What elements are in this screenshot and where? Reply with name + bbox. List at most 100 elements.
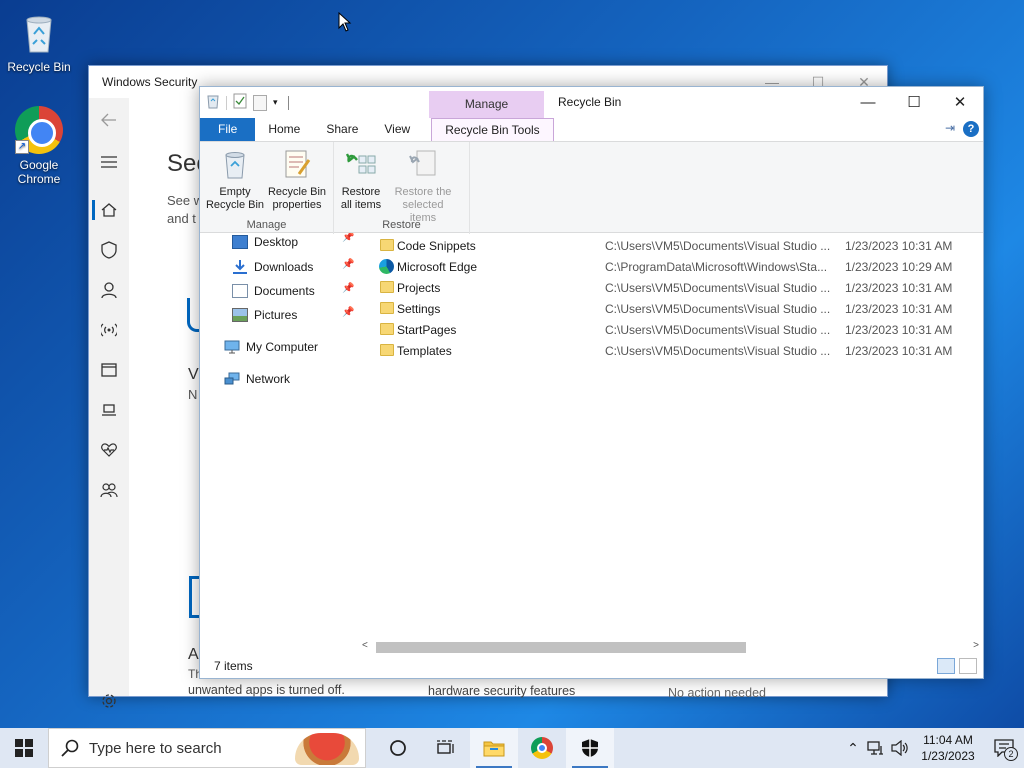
folder-icon bbox=[380, 281, 394, 293]
volume-icon[interactable] bbox=[888, 740, 912, 756]
tile-status: N bbox=[188, 387, 198, 402]
windows-security-taskbar-button[interactable] bbox=[566, 728, 614, 768]
nav-item-pictures[interactable]: Pictures bbox=[232, 304, 297, 326]
menu-icon[interactable] bbox=[89, 142, 129, 182]
nav-item-network[interactable]: Network bbox=[224, 368, 290, 390]
clock-time: 11:04 AM bbox=[923, 733, 973, 747]
task-view-button[interactable] bbox=[422, 728, 470, 768]
search-placeholder: Type here to search bbox=[89, 739, 222, 757]
tile-heading: A bbox=[188, 646, 199, 663]
back-arrow-icon[interactable] bbox=[89, 100, 129, 140]
file-explorer-taskbar-button[interactable] bbox=[470, 728, 518, 768]
date-deleted: 1/23/2023 10:31 AM bbox=[845, 280, 953, 295]
file-row[interactable]: Templates C:\Users\VM5\Documents\Visual … bbox=[372, 340, 982, 361]
item-count: 7 items bbox=[214, 659, 253, 673]
intro-text: See w bbox=[167, 193, 204, 208]
properties-icon[interactable] bbox=[233, 93, 247, 112]
new-folder-icon[interactable] bbox=[253, 94, 267, 111]
details-view-icon[interactable] bbox=[937, 658, 955, 674]
wifi-icon[interactable] bbox=[89, 310, 129, 350]
laptop-icon[interactable] bbox=[89, 390, 129, 430]
tab-home[interactable]: Home bbox=[255, 118, 313, 141]
maximize-button[interactable]: ☐ bbox=[891, 87, 937, 117]
file-row[interactable]: Settings C:\Users\VM5\Documents\Visual S… bbox=[372, 298, 982, 319]
search-highlight-pie-icon bbox=[295, 733, 359, 765]
notification-center-button[interactable]: 2 bbox=[984, 728, 1024, 768]
app-window-icon[interactable] bbox=[89, 350, 129, 390]
close-button[interactable]: ✕ bbox=[937, 87, 983, 117]
desktop-folder-icon bbox=[232, 235, 248, 249]
minimize-button[interactable]: — bbox=[845, 87, 891, 117]
network-tray-icon[interactable] bbox=[864, 740, 888, 756]
nav-label: Desktop bbox=[254, 235, 299, 249]
file-explorer-window: ▾ Manage Recycle Bin — ☐ ✕ File Home Sha… bbox=[199, 86, 984, 679]
start-button[interactable] bbox=[0, 728, 48, 768]
nav-item-downloads[interactable]: Downloads bbox=[232, 256, 313, 278]
tab-share[interactable]: Share bbox=[313, 118, 371, 141]
file-name: Code Snippets bbox=[397, 238, 476, 253]
recycle-bin-icon bbox=[15, 8, 63, 56]
heart-icon[interactable] bbox=[89, 430, 129, 470]
cortana-button[interactable] bbox=[374, 728, 422, 768]
properties-icon bbox=[281, 148, 313, 180]
nav-item-documents[interactable]: Documents bbox=[232, 280, 315, 302]
date-deleted: 1/23/2023 10:31 AM bbox=[845, 238, 953, 253]
notification-count-badge: 2 bbox=[1004, 747, 1018, 761]
quick-access-toolbar: ▾ bbox=[206, 93, 289, 112]
clock[interactable]: 11:04 AM 1/23/2023 bbox=[912, 732, 984, 764]
edge-icon bbox=[379, 259, 394, 274]
home-icon[interactable] bbox=[89, 190, 129, 230]
group-label: Restore bbox=[382, 219, 421, 231]
tab-file[interactable]: File bbox=[200, 118, 256, 141]
pin-icon: 📌 bbox=[342, 233, 355, 243]
pin-icon: 📌 bbox=[342, 307, 355, 318]
scroll-left-icon[interactable]: < bbox=[362, 640, 368, 651]
file-row[interactable]: Code Snippets C:\Users\VM5\Documents\Vis… bbox=[372, 235, 982, 256]
title-bar: ▾ Manage Recycle Bin — ☐ ✕ bbox=[200, 87, 983, 118]
original-location: C:\ProgramData\Microsoft\Windows\Sta... bbox=[605, 259, 828, 274]
file-row[interactable]: Projects C:\Users\VM5\Documents\Visual S… bbox=[372, 277, 982, 298]
scrollbar-thumb[interactable] bbox=[376, 642, 746, 653]
person-icon[interactable] bbox=[89, 270, 129, 310]
scroll-right-icon[interactable]: > bbox=[973, 640, 979, 651]
show-hidden-icons-chevron-icon[interactable]: ⌃ bbox=[842, 740, 864, 757]
desktop-google-chrome[interactable]: ↗ Google Chrome bbox=[1, 106, 77, 186]
restore-all-items-button[interactable]: Restore all items bbox=[330, 148, 392, 212]
nav-item-desktop[interactable]: Desktop bbox=[232, 233, 298, 253]
recycle-bin-small-icon[interactable] bbox=[206, 93, 220, 112]
folder-icon bbox=[483, 741, 505, 757]
shield-icon[interactable] bbox=[89, 230, 129, 270]
help-icon[interactable]: ? bbox=[963, 121, 979, 137]
desktop-recycle-bin[interactable]: Recycle Bin bbox=[1, 8, 77, 74]
family-icon[interactable] bbox=[89, 470, 129, 510]
gear-icon[interactable] bbox=[89, 681, 129, 721]
folder-icon bbox=[380, 302, 394, 314]
file-name: StartPages bbox=[397, 322, 457, 337]
pictures-icon bbox=[232, 308, 248, 322]
search-box[interactable]: Type here to search bbox=[48, 728, 366, 768]
file-row[interactable]: StartPages C:\Users\VM5\Documents\Visual… bbox=[372, 319, 982, 340]
clock-date: 1/23/2023 bbox=[921, 749, 975, 763]
pin-ribbon-icon[interactable]: ⇥ bbox=[945, 121, 955, 135]
computer-icon bbox=[224, 340, 240, 354]
intro-text: and t bbox=[167, 211, 196, 226]
empty-recycle-bin-button[interactable]: Empty Recycle Bin bbox=[204, 148, 266, 212]
nav-item-my-computer[interactable]: My Computer bbox=[224, 336, 318, 358]
button-label: Empty bbox=[219, 186, 251, 198]
file-name: Microsoft Edge bbox=[397, 259, 478, 274]
tab-recycle-bin-tools[interactable]: Recycle Bin Tools bbox=[431, 118, 554, 141]
cortana-icon bbox=[390, 740, 406, 756]
window-title: Recycle Bin bbox=[558, 95, 622, 109]
restore-selected-items-button[interactable]: Restore the selected items bbox=[388, 148, 458, 225]
nav-label: Pictures bbox=[254, 308, 298, 322]
recycle-bin-properties-button[interactable]: Recycle Bin properties bbox=[266, 148, 328, 212]
large-icons-view-icon[interactable] bbox=[959, 658, 977, 674]
customize-toolbar-icon[interactable]: ▾ bbox=[273, 97, 278, 108]
chrome-taskbar-button[interactable] bbox=[518, 728, 566, 768]
app-browser-status: unwanted apps is turned off. bbox=[188, 683, 345, 697]
file-row[interactable]: Microsoft Edge C:\ProgramData\Microsoft\… bbox=[372, 256, 982, 277]
shield-icon bbox=[582, 739, 598, 757]
app-browser-control-icon bbox=[189, 576, 199, 618]
tab-view[interactable]: View bbox=[371, 118, 423, 141]
pin-icon: 📌 bbox=[342, 283, 355, 294]
